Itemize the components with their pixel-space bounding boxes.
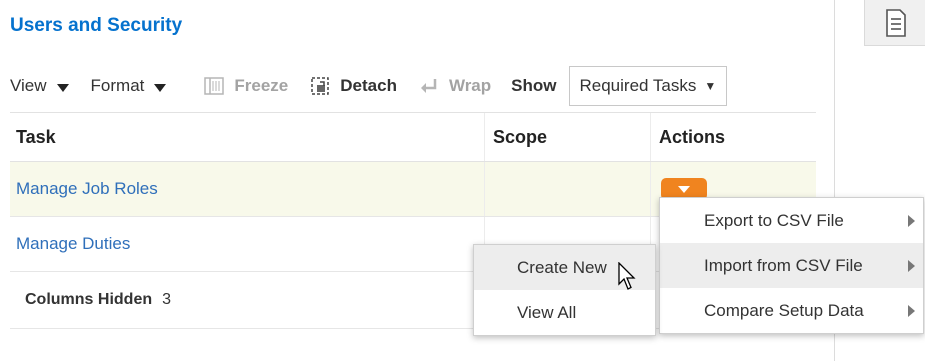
menu-item-label: View All bbox=[517, 302, 577, 322]
column-header-task[interactable]: Task bbox=[10, 113, 484, 161]
format-menu-label: Format bbox=[90, 76, 145, 95]
menu-item-label: Export to CSV File bbox=[704, 210, 844, 230]
actions-menu: Export to CSV File Import from CSV File … bbox=[659, 197, 924, 334]
submenu-arrow-icon bbox=[908, 214, 915, 227]
detach-icon bbox=[311, 77, 330, 95]
menu-item-view-all[interactable]: View All bbox=[474, 290, 655, 335]
freeze-columns-icon bbox=[204, 77, 225, 95]
caret-down-icon bbox=[56, 84, 69, 92]
menu-item-compare-setup[interactable]: Compare Setup Data bbox=[660, 288, 923, 333]
mouse-pointer-icon bbox=[618, 262, 636, 290]
caret-down-icon bbox=[678, 185, 690, 193]
task-link[interactable]: Manage Job Roles bbox=[16, 179, 158, 199]
scope-cell bbox=[484, 162, 650, 216]
detach-button[interactable]: Detach bbox=[310, 76, 397, 96]
wrap-label: Wrap bbox=[448, 76, 492, 95]
freeze-label: Freeze bbox=[234, 76, 289, 95]
view-menu-label: View bbox=[10, 76, 47, 95]
page-title: Users and Security bbox=[10, 15, 183, 36]
column-header-actions[interactable]: Actions bbox=[650, 113, 816, 161]
detach-label: Detach bbox=[340, 76, 397, 95]
menu-item-label: Create New bbox=[517, 257, 607, 277]
menu-item-import-csv[interactable]: Import from CSV File bbox=[660, 243, 923, 288]
menu-item-export-csv[interactable]: Export to CSV File bbox=[660, 198, 923, 243]
side-panel-button[interactable] bbox=[864, 0, 925, 46]
table-toolbar: View Format Freeze Detach Wrap Show Requ… bbox=[10, 66, 810, 106]
caret-down-icon bbox=[154, 84, 167, 92]
freeze-button[interactable]: Freeze bbox=[204, 76, 288, 96]
menu-item-label: Import from CSV File bbox=[704, 255, 863, 275]
column-header-scope[interactable]: Scope bbox=[484, 113, 650, 161]
show-label: Show bbox=[511, 76, 557, 95]
wrap-icon bbox=[420, 79, 437, 93]
table-header: Task Scope Actions bbox=[10, 112, 816, 162]
dropdown-arrow-icon: ▼ bbox=[704, 79, 717, 93]
submenu-arrow-icon bbox=[908, 304, 915, 317]
show-select[interactable]: Required Tasks ▼ bbox=[568, 66, 728, 106]
menu-item-label: Compare Setup Data bbox=[704, 300, 864, 320]
wrap-button[interactable]: Wrap bbox=[419, 76, 491, 96]
columns-hidden-count: 3 bbox=[162, 291, 172, 308]
submenu-arrow-icon bbox=[908, 259, 915, 272]
task-link[interactable]: Manage Duties bbox=[16, 234, 130, 254]
view-menu[interactable]: View bbox=[10, 76, 69, 96]
columns-hidden-label: Columns Hidden bbox=[25, 291, 153, 308]
document-list-icon bbox=[885, 8, 906, 37]
show-select-value: Required Tasks bbox=[579, 76, 697, 95]
format-menu[interactable]: Format bbox=[91, 76, 167, 96]
